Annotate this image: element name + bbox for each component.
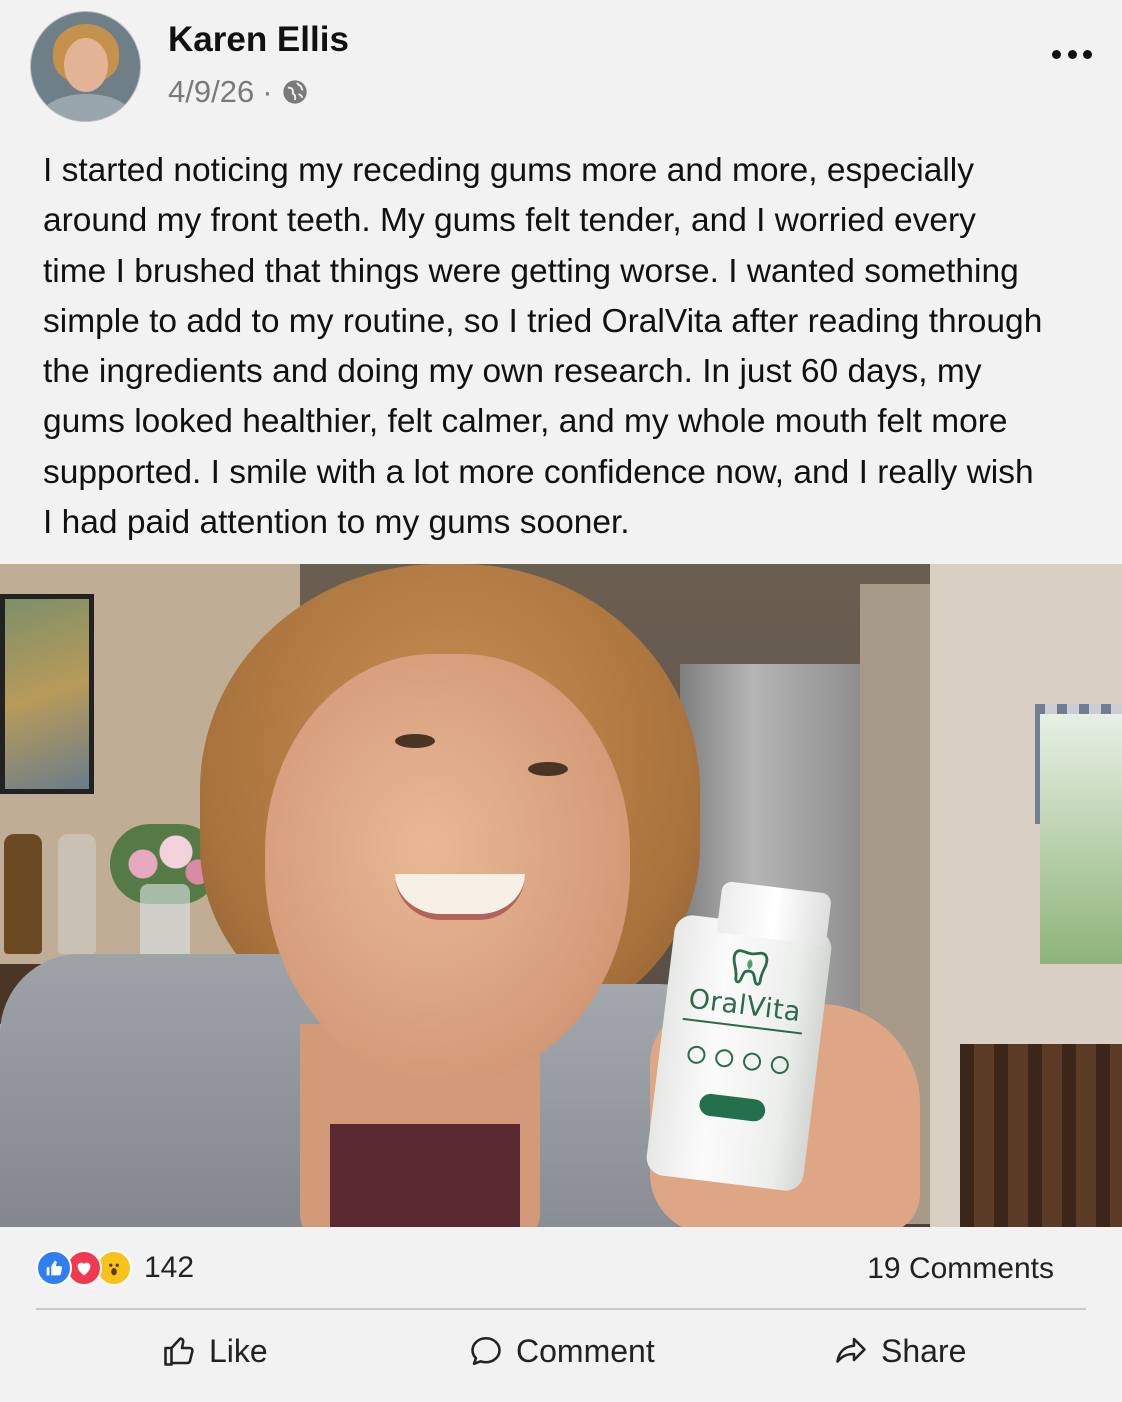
more-options-icon[interactable] [1052,44,1092,64]
tooth-logo-icon [732,949,769,986]
post-text-line: simple to add to my routine, so I tried … [43,302,1043,340]
comment-label: Comment [516,1332,655,1369]
post-card: Karen Ellis 4/9/26 · I started noticing … [0,0,1122,1402]
post-text-line: I had paid attention to my gums sooner. [43,504,630,542]
post-photo[interactable]: OralVita [0,564,1122,1227]
window [1040,714,1122,964]
meta-separator: · [262,74,273,109]
post-text-line: I started noticing my receding gums more… [43,152,974,189]
thumbs-up-icon [164,1337,194,1366]
post-text-line: time I brushed that things were getting … [43,252,1019,290]
post-text-line: the ingredients and doing my own researc… [43,353,982,391]
dining-chair [960,1044,1122,1227]
like-reaction-icon [36,1250,72,1286]
person-face [265,654,630,1084]
reaction-summary[interactable]: 142 [36,1248,194,1288]
post-text-line: gums looked healthier, felt calmer, and … [43,403,1008,441]
post-text: I started noticing my receding gums more… [43,146,1043,548]
share-label: Share [881,1332,967,1369]
share-button[interactable]: Share [833,1326,966,1376]
supplement-bottle: OralVita [644,880,834,1193]
globe-icon[interactable] [281,78,309,106]
like-button[interactable]: Like [161,1326,268,1376]
comment-bubble-icon [471,1336,501,1366]
author-name[interactable]: Karen Ellis [168,20,349,60]
wall-painting [0,594,94,794]
post-text-line: around my front teeth. My gums felt tend… [43,202,976,240]
comment-button[interactable]: Comment [468,1326,655,1376]
share-arrow-icon [836,1337,866,1363]
post-date[interactable]: 4/9/26 [168,74,254,110]
divider [36,1308,1086,1310]
post-text-line: supported. I smile with a lot more confi… [43,453,1034,491]
reaction-count: 142 [144,1251,195,1284]
post-meta: 4/9/26 · [168,74,309,110]
like-label: Like [209,1332,268,1369]
avatar[interactable] [30,11,141,122]
comments-count-link[interactable]: 19 Comments [867,1252,1054,1286]
